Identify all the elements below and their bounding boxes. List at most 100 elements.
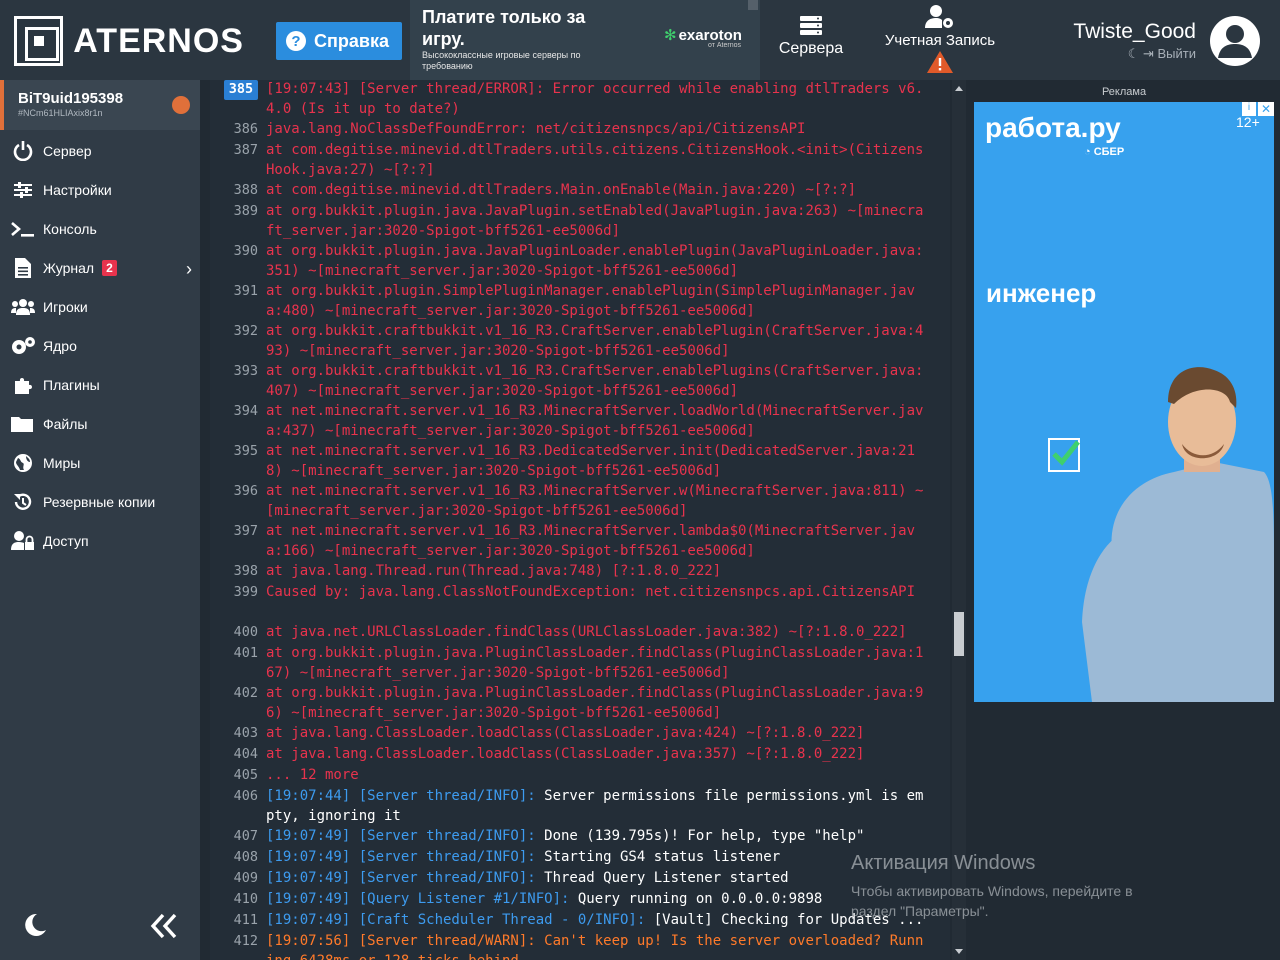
log-message: Thread Query Listener started <box>535 870 789 886</box>
line-number[interactable]: 409 <box>222 869 258 889</box>
advertisement-banner[interactable]: работа.ру ◔ СБЕР 12+ i ✕ инженер <box>974 102 1274 702</box>
scroll-down-icon[interactable] <box>955 949 963 954</box>
power-icon <box>11 140 35 162</box>
console-line-text: at net.minecraft.server.v1_16_R3.Minecra… <box>266 523 916 559</box>
console-line-text: at com.degitise.minevid.dtlTraders.Main.… <box>266 182 857 198</box>
avatar[interactable] <box>1210 16 1260 66</box>
console-line-text: at net.minecraft.server.v1_16_R3.Minecra… <box>266 483 924 519</box>
logout-link[interactable]: Выйти <box>1158 46 1197 61</box>
console-line-text: at net.minecraft.server.v1_16_R3.Minecra… <box>266 403 924 439</box>
file-icon <box>11 257 35 279</box>
line-number[interactable]: 407 <box>222 827 258 847</box>
line-number[interactable]: 412 <box>222 932 258 952</box>
line-number[interactable]: 397 <box>222 522 258 542</box>
line-number[interactable]: 408 <box>222 848 258 868</box>
dark-mode-toggle[interactable] <box>22 912 48 938</box>
account-button[interactable]: Учетная Запись <box>872 4 1008 74</box>
line-number[interactable]: 395 <box>222 442 258 462</box>
line-number[interactable]: 391 <box>222 282 258 302</box>
sidebar-item-settings[interactable]: Настройки <box>0 172 200 208</box>
line-number[interactable]: 403 <box>222 724 258 744</box>
sidebar-item-label: Сервер <box>43 143 92 159</box>
line-number[interactable]: 411 <box>222 911 258 931</box>
servers-label: Сервера <box>778 40 844 57</box>
logout-icon[interactable]: ⇥ <box>1143 46 1154 61</box>
sidebar-item-console[interactable]: Консоль <box>0 211 200 247</box>
console-line-text: [19:07:56] [Server thread/WARN]: Can't k… <box>266 932 928 960</box>
help-button[interactable]: ? Справка <box>276 22 402 60</box>
moon-icon <box>25 913 46 936</box>
sidebar-item-worlds[interactable]: Миры <box>0 445 200 481</box>
line-number[interactable]: 404 <box>222 745 258 765</box>
line-number[interactable]: 399 <box>222 583 258 603</box>
sidebar-item-core[interactable]: Ядро <box>0 328 200 364</box>
windows-activation-watermark: Активация Windows Чтобы активировать Win… <box>851 852 1161 921</box>
log-header: [19:07:44] [Server thread/INFO]: <box>266 788 536 804</box>
exaroton-brand-sub: от Aternos <box>708 42 742 49</box>
user-name[interactable]: Twiste_Good <box>1060 20 1196 44</box>
line-number[interactable]: 410 <box>222 890 258 910</box>
selected-line-number[interactable]: 385 <box>224 80 258 100</box>
log-message: Done (139.795s)! For help, type "help" <box>535 828 865 844</box>
sidebar-item-backups[interactable]: Резервные копии <box>0 484 200 520</box>
line-number[interactable]: 388 <box>222 181 258 201</box>
promo-close-icon[interactable] <box>748 0 758 10</box>
console-line-text: at java.net.URLClassLoader.findClass(URL… <box>266 624 907 640</box>
chevron-right-icon[interactable]: › <box>186 259 192 280</box>
current-server-card[interactable]: BiT9uid195398 #NCm61HLIAxix8r1n <box>0 80 200 130</box>
sidebar-item-access[interactable]: Доступ <box>0 523 200 559</box>
server-stack-icon <box>800 16 822 35</box>
sidebar-item-server[interactable]: Сервер <box>0 133 200 169</box>
watermark-text: Чтобы активировать Windows, перейдите в … <box>851 883 1133 919</box>
console-line-text: at org.bukkit.craftbukkit.v1_16_R3.Craft… <box>266 323 924 359</box>
line-number[interactable]: 392 <box>222 322 258 342</box>
console-scrollbar[interactable] <box>952 80 966 960</box>
app-root: ATERNOS ? Справка Платите только за игру… <box>0 0 1280 960</box>
sidebar-item-log[interactable]: Журнал 2 › <box>0 250 200 286</box>
collapse-sidebar-button[interactable] <box>150 912 178 940</box>
console-line-text: at org.bukkit.plugin.SimplePluginManager… <box>266 283 916 319</box>
line-number[interactable]: 390 <box>222 242 258 262</box>
ad-person-image <box>1082 367 1274 702</box>
console-line-text: at org.bukkit.plugin.java.PluginClassLoa… <box>266 645 924 681</box>
sliders-icon <box>11 179 35 201</box>
user-lock-icon <box>11 530 35 552</box>
line-number[interactable]: 398 <box>222 562 258 582</box>
double-chevron-left-icon <box>150 913 177 939</box>
exaroton-promo-banner[interactable]: Платите только за игру. Высококлассные и… <box>410 0 760 80</box>
scrollbar-thumb[interactable] <box>954 612 964 656</box>
help-label: Справка <box>314 30 389 51</box>
console-line-text: [19:07:49] [Server thread/INFO]: Done (1… <box>266 827 928 847</box>
sidebar: BiT9uid195398 #NCm61HLIAxix8r1n Сервер Н… <box>0 80 200 960</box>
line-number[interactable]: 393 <box>222 362 258 382</box>
line-number[interactable]: 386 <box>222 120 258 140</box>
line-number[interactable]: 396 <box>222 482 258 502</box>
clock-icon <box>172 96 190 114</box>
line-number[interactable]: 406 <box>222 787 258 807</box>
line-number[interactable]: 405 <box>222 766 258 786</box>
console-line-text: at java.lang.Thread.run(Thread.java:748)… <box>266 563 722 579</box>
sidebar-item-players[interactable]: Игроки <box>0 289 200 325</box>
line-number[interactable]: 389 <box>222 202 258 222</box>
console-line-text: ... 12 more <box>266 767 359 783</box>
console-line-text: [19:07:43] [Server thread/ERROR]: Error … <box>266 81 924 117</box>
line-number[interactable]: 387 <box>222 141 258 161</box>
console-line-text: [19:07:49] [Craft Scheduler Thread - 0/I… <box>266 911 928 931</box>
sidebar-item-files[interactable]: Файлы <box>0 406 200 442</box>
moon-small-icon[interactable]: ☾ <box>1128 46 1140 61</box>
log-header: [19:07:49] [Server thread/INFO]: <box>266 849 536 865</box>
sidebar-item-label: Журнал <box>43 260 95 276</box>
line-number[interactable]: 402 <box>222 684 258 704</box>
sidebar-item-plugins[interactable]: Плагины <box>0 367 200 403</box>
line-number[interactable]: 400 <box>222 623 258 643</box>
promo-subtitle: Высококлассные игровые серверы по требов… <box>422 50 581 71</box>
servers-button[interactable]: Сервера <box>768 14 854 70</box>
line-number[interactable]: 394 <box>222 402 258 422</box>
logo-text: ATERNOS <box>73 21 244 60</box>
sidebar-item-label: Настройки <box>43 182 112 198</box>
console-line-text: [19:07:49] [Query Listener #1/INFO]: Que… <box>266 890 928 910</box>
console-log[interactable]: 385 [19:07:43] [Server thread/ERROR]: Err… <box>210 80 950 960</box>
aternos-logo[interactable]: ATERNOS <box>14 14 244 68</box>
scroll-up-icon[interactable] <box>955 86 963 91</box>
line-number[interactable]: 401 <box>222 644 258 664</box>
